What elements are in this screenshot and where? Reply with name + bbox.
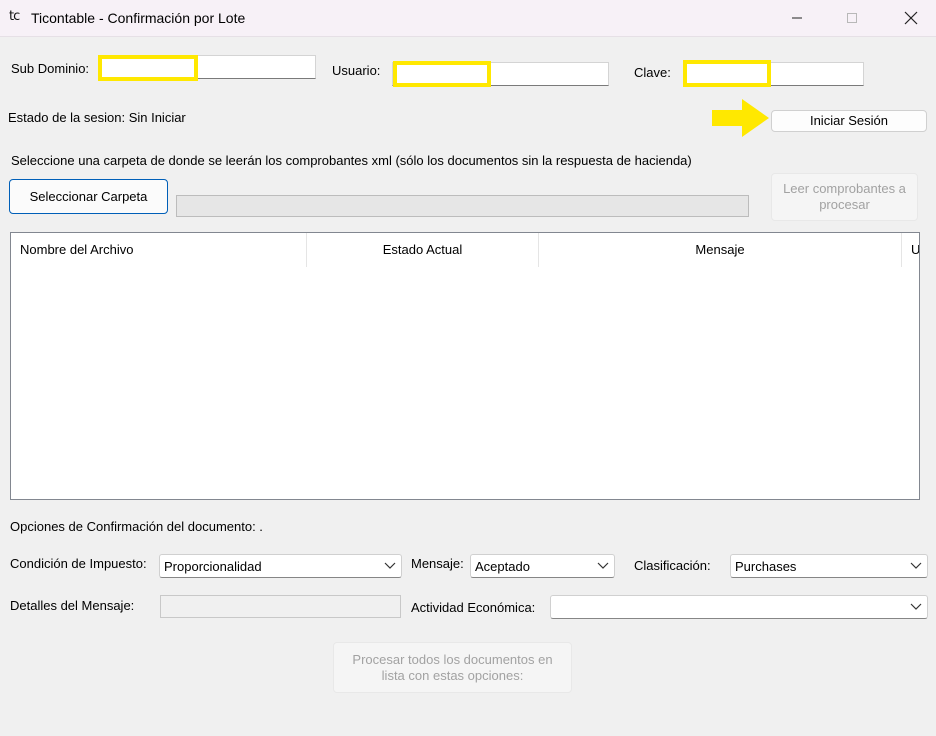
- usuario-redaction: [393, 61, 491, 87]
- condicion-value: Proporcionalidad: [164, 558, 262, 574]
- subdominio-redaction: [98, 55, 198, 81]
- mensaje-label: Mensaje:: [411, 556, 464, 571]
- condicion-select[interactable]: Proporcionalidad: [159, 554, 402, 578]
- minimize-icon: [792, 17, 802, 19]
- app-icon: tc: [9, 9, 20, 24]
- clasificacion-select[interactable]: Purchases: [730, 554, 928, 578]
- chevron-down-icon: [592, 555, 614, 577]
- iniciar-sesion-button[interactable]: Iniciar Sesión: [771, 110, 927, 132]
- clasificacion-label: Clasificación:: [634, 558, 711, 573]
- column-header-u[interactable]: U: [902, 233, 919, 267]
- procesar-button[interactable]: Procesar todos los documentos en lista c…: [333, 642, 572, 693]
- maximize-icon: [847, 13, 857, 23]
- actividad-label: Actividad Económica:: [411, 600, 536, 615]
- close-button[interactable]: [888, 0, 934, 36]
- chevron-down-icon: [905, 555, 927, 577]
- folder-instruction: Seleccione una carpeta de donde se leerá…: [11, 153, 692, 168]
- title-bar: tc Ticontable - Confirmación por Lote: [0, 0, 936, 37]
- mensaje-value: Aceptado: [475, 558, 530, 574]
- condicion-label: Condición de Impuesto:: [10, 556, 147, 571]
- progress-bar: [176, 195, 749, 217]
- arrow-right-icon: [712, 99, 769, 137]
- subdominio-label: Sub Dominio:: [11, 61, 90, 76]
- column-header-estado[interactable]: Estado Actual: [307, 233, 539, 267]
- mensaje-select[interactable]: Aceptado: [470, 554, 615, 578]
- maximize-button: [829, 0, 875, 36]
- column-header-nombre[interactable]: Nombre del Archivo: [11, 233, 307, 267]
- detalles-label: Detalles del Mensaje:: [10, 598, 135, 613]
- leer-comprobantes-button[interactable]: Leer comprobantes a procesar: [771, 173, 918, 221]
- clasificacion-value: Purchases: [735, 558, 797, 574]
- close-icon: [904, 11, 918, 25]
- seleccionar-carpeta-button[interactable]: Seleccionar Carpeta: [9, 179, 168, 214]
- session-status: Estado de la sesion: Sin Iniciar: [8, 110, 186, 125]
- chevron-down-icon: [905, 596, 927, 618]
- options-heading: Opciones de Confirmación del documento: …: [10, 519, 263, 534]
- chevron-down-icon: [379, 555, 401, 577]
- usuario-label: Usuario:: [332, 63, 381, 78]
- actividad-select[interactable]: [550, 595, 928, 619]
- clave-redaction: [683, 60, 771, 87]
- minimize-button[interactable]: [774, 0, 820, 36]
- window-title: Ticontable - Confirmación por Lote: [31, 10, 246, 26]
- column-header-mensaje[interactable]: Mensaje: [539, 233, 902, 267]
- detalles-input[interactable]: [160, 595, 401, 618]
- clave-label: Clave:: [634, 65, 671, 80]
- files-table[interactable]: Nombre del Archivo Estado Actual Mensaje…: [10, 232, 920, 500]
